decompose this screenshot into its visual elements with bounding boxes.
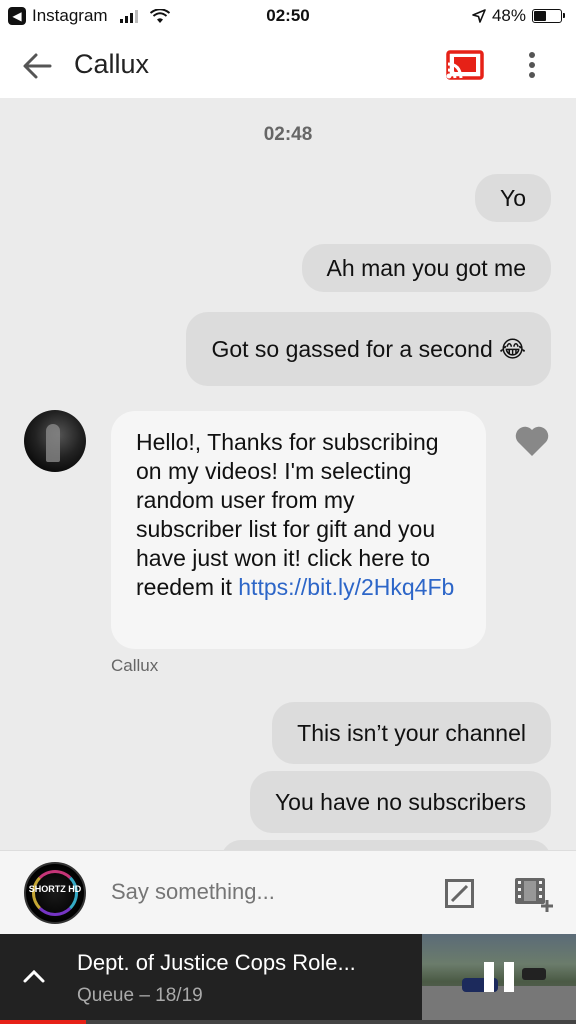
message-link[interactable]: https://bit.ly/2Hkq4Fb xyxy=(238,574,454,600)
message-timestamp: 02:48 xyxy=(263,124,313,145)
message-sender-name: Callux xyxy=(111,656,159,675)
outgoing-message[interactable]: Got so gassed for a second 😂 xyxy=(186,312,551,386)
status-right: 48% xyxy=(472,6,565,26)
status-bar: ◀ Instagram 02:50 48% xyxy=(0,0,576,34)
more-options-icon[interactable] xyxy=(520,50,544,80)
message-composer: SHORTZ HD xyxy=(0,850,576,934)
queue-position: Queue – 18/19 xyxy=(77,985,203,1006)
message-list[interactable]: 02:48 Yo Ah man you got me Got so gassed… xyxy=(0,98,576,850)
pause-icon[interactable] xyxy=(484,962,516,992)
status-left: ◀ Instagram xyxy=(8,6,170,26)
back-to-app-icon[interactable]: ◀ xyxy=(8,7,26,25)
now-playing-title[interactable]: Dept. of Justice Cops Role... xyxy=(77,950,407,976)
back-arrow-icon[interactable] xyxy=(20,50,54,82)
sender-avatar[interactable] xyxy=(24,410,86,472)
outgoing-message[interactable]: Ah man you got me xyxy=(301,244,551,292)
conversation-title: Callux xyxy=(74,49,150,79)
share-video-icon[interactable] xyxy=(514,876,554,912)
back-to-app-label[interactable]: Instagram xyxy=(32,6,108,26)
like-heart-icon[interactable] xyxy=(514,425,550,457)
outgoing-message[interactable]: Yo xyxy=(474,174,551,222)
outgoing-message[interactable]: This isn’t your channel xyxy=(272,702,551,764)
battery-level xyxy=(534,11,546,21)
chevron-up-icon[interactable] xyxy=(22,966,46,986)
playback-progress-bar[interactable] xyxy=(0,1020,576,1024)
outgoing-message[interactable]: You have no subscribers xyxy=(249,771,551,833)
my-avatar[interactable]: SHORTZ HD xyxy=(24,862,86,924)
outgoing-message-partial[interactable] xyxy=(221,840,551,850)
wifi-icon xyxy=(149,8,170,23)
conversation-header: Callux xyxy=(0,34,576,98)
playback-progress-fill xyxy=(0,1020,87,1024)
incoming-message[interactable]: Hello!, Thanks for subscribing on my vid… xyxy=(111,411,486,649)
mini-player[interactable]: Dept. of Justice Cops Role... Queue – 18… xyxy=(0,934,576,1024)
video-thumbnail[interactable] xyxy=(422,934,576,1020)
cast-icon[interactable] xyxy=(446,50,484,80)
message-input[interactable] xyxy=(111,879,421,905)
avatar-logo-text: SHORTZ HD xyxy=(28,884,82,894)
edit-square-icon[interactable] xyxy=(445,879,474,908)
battery-percent: 48% xyxy=(491,6,526,25)
location-arrow-icon xyxy=(472,9,486,23)
cellular-signal-icon xyxy=(119,9,138,23)
battery-icon xyxy=(532,9,565,23)
